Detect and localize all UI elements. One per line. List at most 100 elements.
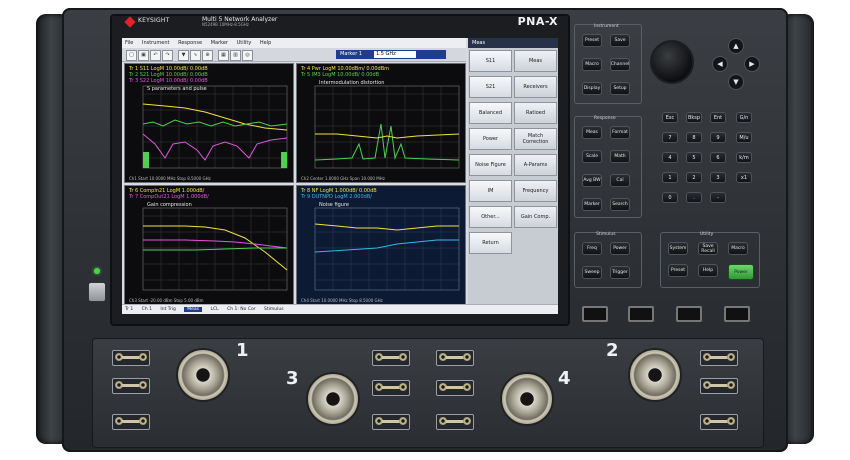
window-2-imd[interactable]: Tr 4 Pwr LogM 10.00dBm/ 0.00dBm Tr 5 IM3… [296, 63, 466, 183]
menu-marker[interactable]: Marker [211, 40, 228, 46]
test-port-2[interactable] [628, 348, 682, 402]
menu-instrument[interactable]: Instrument [142, 40, 170, 46]
usb-port-icon[interactable] [628, 306, 654, 322]
arrow-up-icon[interactable]: ▲ [728, 38, 744, 54]
hardkey[interactable]: Meas [582, 126, 602, 139]
hardkey[interactable]: Power [610, 242, 630, 255]
hardkey[interactable]: System [668, 242, 688, 255]
softkey[interactable]: Other... [469, 206, 512, 228]
zoom-icon[interactable]: ⊕ [202, 50, 213, 61]
save-icon[interactable]: ▣ [138, 50, 149, 61]
window-icon[interactable]: ▦ [218, 50, 229, 61]
hardkey[interactable]: Avg BW [582, 174, 602, 187]
softkey[interactable]: S21 [469, 76, 512, 98]
hardkey[interactable]: Scale [582, 150, 602, 163]
numeric-key[interactable]: 3 [710, 172, 726, 183]
hardkey[interactable]: Channel [610, 58, 630, 71]
test-port-1[interactable] [176, 348, 230, 402]
trace-label[interactable]: Tr 5 IM3 LogM 10.00dB/ 0.00dB [301, 72, 379, 78]
menu-file[interactable]: File [125, 40, 133, 46]
jumper-cable[interactable] [112, 378, 150, 394]
unit-key[interactable]: x1 [736, 172, 752, 183]
numeric-key[interactable]: 9 [710, 132, 726, 143]
rotary-knob[interactable] [650, 40, 694, 84]
hardkey[interactable]: Search [610, 198, 630, 211]
window-1-sparams[interactable]: Tr 1 S11 LogM 10.00dB/ 0.00dB Tr 2 S21 L… [124, 63, 294, 183]
usb-port-icon[interactable] [724, 306, 750, 322]
unit-key[interactable]: Bksp [686, 112, 702, 123]
hardkey[interactable]: Macro [582, 58, 602, 71]
numeric-key[interactable]: 8 [686, 132, 702, 143]
softkey[interactable]: A-Params [514, 154, 557, 176]
softkey[interactable]: Match Correction [514, 128, 557, 150]
hardkey[interactable]: Trigger [610, 266, 630, 279]
softkey[interactable]: Frequency [514, 180, 557, 202]
softkey[interactable]: Meas [514, 50, 557, 72]
jumper-cable[interactable] [436, 414, 474, 430]
jumper-cable[interactable] [700, 350, 738, 366]
hardkey[interactable]: Save [610, 34, 630, 47]
arrow-right-icon[interactable]: ▶ [744, 56, 760, 72]
test-port-3[interactable] [306, 372, 360, 426]
unit-key[interactable]: k/m [736, 152, 752, 163]
softkey[interactable]: Return [469, 232, 512, 254]
hardkey[interactable]: Setup [610, 82, 630, 95]
cal-icon[interactable]: ◎ [242, 50, 253, 61]
hardkey[interactable]: Math [610, 150, 630, 163]
hardkey[interactable]: Marker [582, 198, 602, 211]
marker-entry[interactable]: Marker 1 1.5 GHz [336, 50, 446, 59]
arrow-down-icon[interactable]: ▼ [728, 74, 744, 90]
softkey[interactable]: Ratioed [514, 102, 557, 124]
open-icon[interactable]: ▢ [126, 50, 137, 61]
numeric-key[interactable]: . [686, 192, 702, 203]
hardkey[interactable]: Save Recall [698, 242, 718, 255]
marker-value-input[interactable]: 1.5 GHz [374, 51, 416, 58]
redo-icon[interactable]: ↷ [162, 50, 173, 61]
menu-utility[interactable]: Utility [237, 40, 252, 46]
usb-port-icon[interactable] [582, 306, 608, 322]
trace-label[interactable]: Tr 7 CompOut21 LogM 1.000dB/ [129, 194, 209, 200]
unit-key[interactable]: G/n [736, 112, 752, 123]
arrow-left-icon[interactable]: ◀ [712, 56, 728, 72]
numeric-key[interactable]: - [710, 192, 726, 203]
power-button[interactable]: Power [728, 264, 754, 280]
menu-help[interactable]: Help [260, 40, 271, 46]
jumper-cable[interactable] [372, 380, 410, 396]
numeric-key[interactable]: 4 [662, 152, 678, 163]
undo-icon[interactable]: ↶ [150, 50, 161, 61]
numeric-key[interactable]: 7 [662, 132, 678, 143]
test-port-4[interactable] [500, 372, 554, 426]
unit-key[interactable]: M/u [736, 132, 752, 143]
hardkey[interactable]: Macro [728, 242, 748, 255]
jumper-cable[interactable] [112, 350, 150, 366]
jumper-cable[interactable] [372, 414, 410, 430]
jumper-cable[interactable] [436, 380, 474, 396]
jumper-cable[interactable] [700, 378, 738, 394]
numeric-key[interactable]: 5 [686, 152, 702, 163]
numeric-key[interactable]: 1 [662, 172, 678, 183]
softkey[interactable]: Receivers [514, 76, 557, 98]
hardkey[interactable]: Preset [668, 264, 688, 277]
hardkey[interactable]: Display [582, 82, 602, 95]
hardkey[interactable]: Sweep [582, 266, 602, 279]
softkey[interactable]: IM [469, 180, 512, 202]
hardkey[interactable]: Help [698, 264, 718, 277]
layout-icon[interactable]: ▥ [230, 50, 241, 61]
jumper-cable[interactable] [700, 414, 738, 430]
window-4-noise-figure[interactable]: Tr 8 NF LogM 1.000dB/ 0.00dB Tr 9 DUTNPD… [296, 185, 466, 305]
window-3-gain-comp[interactable]: Tr 6 CompIn21 LogM 1.000dB/ Tr 7 CompOut… [124, 185, 294, 305]
numeric-key[interactable]: 0 [662, 192, 678, 203]
trace-icon[interactable]: ∿ [190, 50, 201, 61]
trace-label[interactable]: Tr 9 DUTNPD LogM 2.000dB/ [301, 194, 372, 200]
hardkey[interactable]: Freq [582, 242, 602, 255]
hardkey[interactable]: Cal [610, 174, 630, 187]
jumper-cable[interactable] [372, 350, 410, 366]
marker-icon[interactable]: ▼ [178, 50, 189, 61]
softkey[interactable]: Balanced [469, 102, 512, 124]
numeric-key[interactable]: 2 [686, 172, 702, 183]
softkey[interactable]: S11 [469, 50, 512, 72]
standby-switch[interactable] [88, 282, 106, 302]
hardkey[interactable]: Preset [582, 34, 602, 47]
softkey[interactable]: Gain Comp. [514, 206, 557, 228]
unit-key[interactable]: Ent [710, 112, 726, 123]
